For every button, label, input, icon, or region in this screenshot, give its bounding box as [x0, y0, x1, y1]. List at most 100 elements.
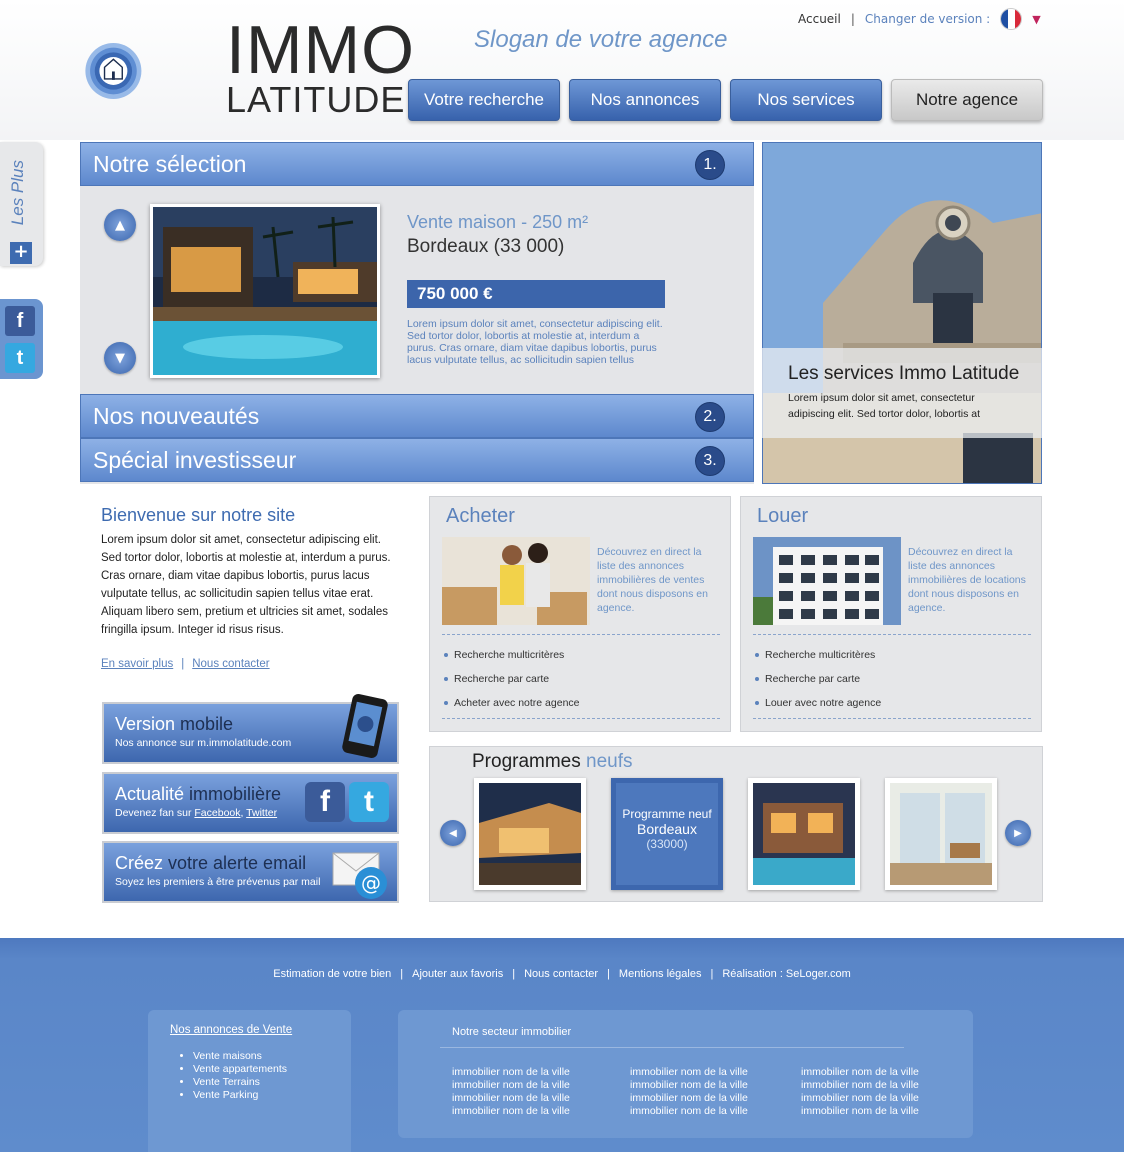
facebook-link[interactable]: Facebook [194, 807, 240, 819]
acheter-photo[interactable] [442, 537, 590, 625]
list-item[interactable]: Recherche par carte [755, 667, 881, 691]
louer-list: Recherche multicritères Recherche par ca… [755, 643, 881, 715]
list-item[interactable]: immobilier nom de la ville [452, 1079, 570, 1092]
footer-link[interactable]: Nous contacter [524, 968, 598, 980]
property-title[interactable]: Vente maison - 250 m² [407, 212, 588, 233]
separator: | [607, 968, 610, 980]
nav-nos-annonces[interactable]: Nos annonces [569, 79, 721, 121]
tab-label: Nos nouveautés [93, 402, 260, 429]
alerte-email-promo[interactable]: Créez votre alerte email Soyez les premi… [102, 841, 399, 903]
programme-thumb[interactable] [474, 778, 586, 890]
list-item[interactable]: immobilier nom de la ville [452, 1105, 570, 1118]
separator: | [512, 968, 516, 980]
louer-title[interactable]: Louer [757, 505, 808, 528]
acheter-description: Découvrez en direct la liste des annonce… [597, 546, 708, 614]
en-savoir-plus-link[interactable]: En savoir plus [101, 658, 173, 670]
twitter-icon[interactable]: t [349, 782, 389, 822]
programmes-title-a: Programmes [472, 751, 587, 772]
louer-photo[interactable] [753, 537, 901, 625]
footer-link[interactable]: Ajouter aux favoris [412, 968, 503, 980]
promo-title-b: immobilière [189, 784, 282, 804]
acheter-title[interactable]: Acheter [446, 505, 515, 528]
list-item[interactable]: Recherche multicritères [444, 643, 580, 667]
top-links: Accueil | Changer de version : ▼ [798, 8, 1041, 30]
divider [442, 634, 720, 635]
arrow-down-icon[interactable]: ▼ [104, 342, 136, 374]
programme-label: Programme neuf [622, 807, 712, 821]
carousel-prev-icon[interactable]: ◀ [440, 820, 466, 846]
logo-text-latitude: LATITUDE [226, 79, 406, 120]
welcome-title: Bienvenue sur notre site [101, 505, 296, 525]
facebook-icon[interactable]: f [305, 782, 345, 822]
tab-number: 1. [695, 150, 725, 180]
list-item[interactable]: immobilier nom de la ville [630, 1066, 748, 1079]
list-item[interactable]: immobilier nom de la ville [801, 1066, 919, 1079]
chevron-down-icon[interactable]: ▼ [1032, 13, 1040, 26]
mobile-version-promo[interactable]: Version mobile Nos annonce sur m.immolat… [102, 694, 399, 764]
list-item[interactable]: immobilier nom de la ville [801, 1079, 919, 1092]
acheter-box: Acheter Découvrez en direct la liste des… [429, 496, 731, 732]
footer-secteur-column: immobilier nom de la ville immobilier no… [630, 1066, 748, 1118]
nav-notre-agence[interactable]: Notre agence [891, 79, 1043, 121]
list-item[interactable]: Vente Parking [193, 1089, 287, 1102]
list-item[interactable]: Vente Terrains [193, 1076, 287, 1089]
separator: | [710, 968, 714, 980]
promo-subtitle: Devenez fan sur [115, 807, 195, 819]
services-title[interactable]: Les services Immo Latitude [788, 363, 1019, 385]
footer-vente-list: Vente maisons Vente appartements Vente T… [193, 1050, 287, 1102]
actualite-promo[interactable]: Actualité immobilière Devenez fan sur Fa… [102, 772, 399, 834]
divider [753, 718, 1031, 719]
footer-links: Estimation de votre bien | Ajouter aux fav… [0, 968, 1124, 980]
programmes-title-b: neufs [586, 751, 633, 772]
list-item[interactable]: immobilier nom de la ville [801, 1092, 919, 1105]
smartphone-icon [342, 694, 388, 758]
logo[interactable] [84, 8, 224, 134]
list-item[interactable]: immobilier nom de la ville [630, 1079, 748, 1092]
programme-thumb-active[interactable]: Programme neuf Bordeaux (33000) [611, 778, 723, 890]
list-item[interactable]: immobilier nom de la ville [630, 1092, 748, 1105]
list-item[interactable]: immobilier nom de la ville [452, 1092, 570, 1105]
french-flag-icon[interactable] [1000, 8, 1023, 30]
list-item[interactable]: Louer avec notre agence [755, 691, 881, 715]
arrow-up-icon[interactable]: ▲ [104, 209, 136, 241]
programme-thumb[interactable] [885, 778, 997, 890]
property-city: Bordeaux (33 000) [407, 236, 565, 257]
list-item[interactable]: Acheter avec notre agence [444, 691, 580, 715]
footer-vente-title[interactable]: Nos annonces de Vente [170, 1024, 292, 1036]
carousel-next-icon[interactable]: ▶ [1005, 820, 1031, 846]
divider [442, 718, 720, 719]
change-version-link[interactable]: Changer de version : [865, 12, 990, 26]
programme-postcode: (33000) [646, 837, 688, 851]
list-item[interactable]: immobilier nom de la ville [452, 1066, 570, 1079]
footer-link[interactable]: Mentions légales [619, 968, 702, 980]
tab-notre-selection[interactable]: Notre sélection 1. [80, 142, 754, 186]
property-photo[interactable] [150, 204, 380, 378]
list-item[interactable]: immobilier nom de la ville [801, 1105, 919, 1118]
promo-title-b: mobile [180, 714, 234, 734]
tab-nos-nouveautes[interactable]: Nos nouveautés 2. [80, 394, 754, 438]
promo-title-a: Version [115, 714, 181, 734]
home-link[interactable]: Accueil [798, 12, 841, 26]
footer-link[interactable]: Estimation de votre bien [273, 968, 391, 980]
nav-nos-services[interactable]: Nos services [730, 79, 882, 121]
promo-title-b: votre alerte email [168, 853, 307, 873]
facebook-icon[interactable]: f [5, 306, 35, 336]
nous-contacter-link[interactable]: Nous contacter [192, 658, 269, 670]
services-text: Lorem ipsum dolor sit amet, consectetur … [788, 392, 981, 420]
programme-thumb[interactable] [748, 778, 860, 890]
tab-special-investisseur[interactable]: Spécial investisseur 3. [80, 438, 754, 482]
slogan: Slogan de votre agence [474, 26, 728, 53]
plus-icon[interactable]: + [10, 242, 32, 264]
property-description: Lorem ipsum dolor sit amet, consectetur … [407, 318, 663, 366]
twitter-icon[interactable]: t [5, 343, 35, 373]
list-item[interactable]: Recherche multicritères [755, 643, 881, 667]
louer-description: Découvrez en direct la liste des annonce… [908, 546, 1026, 614]
list-item[interactable]: Recherche par carte [444, 667, 580, 691]
list-item[interactable]: Vente maisons [193, 1050, 287, 1063]
list-item[interactable]: Vente appartements [193, 1063, 287, 1076]
list-item[interactable]: immobilier nom de la ville [630, 1105, 748, 1118]
logo-text-immo: IMMO [226, 12, 416, 88]
footer-link[interactable]: Réalisation : SeLoger.com [722, 968, 850, 980]
twitter-link[interactable]: Twitter [246, 807, 277, 819]
nav-votre-recherche[interactable]: Votre recherche [408, 79, 560, 121]
